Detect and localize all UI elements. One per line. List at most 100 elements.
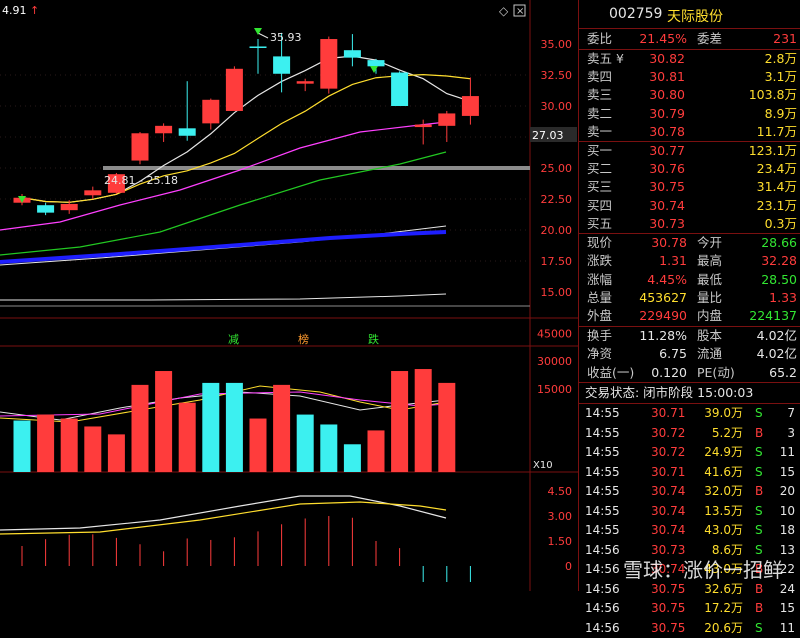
stock-title: 002759 天际股份 bbox=[579, 0, 800, 29]
tick-volume: 5.2万 bbox=[712, 424, 743, 444]
diamond-icon[interactable]: ◇ bbox=[499, 4, 509, 18]
bid-row[interactable]: 买一30.77123.1万 bbox=[579, 142, 800, 160]
fundamental-row: 净资6.75流通4.02亿 bbox=[579, 345, 800, 363]
tick-row[interactable]: 14:5530.7141.6万S15 bbox=[579, 463, 800, 483]
quote-value: 224137 bbox=[749, 307, 797, 325]
quote-row: 涨跌1.31最高32.28 bbox=[579, 252, 800, 270]
tick-count: 7 bbox=[787, 404, 795, 424]
tick-side: S bbox=[755, 443, 763, 463]
macd-tick-label: 3.00 bbox=[548, 510, 573, 523]
tick-volume: 32.0万 bbox=[704, 482, 743, 502]
candle-body bbox=[37, 205, 54, 212]
chart-area[interactable]: 4.91 ↑ ◇ × 35.0032.5030.0027.5025.0022.5… bbox=[0, 0, 578, 591]
ask-row[interactable]: 卖三30.80103.8万 bbox=[579, 86, 800, 104]
tick-side: B bbox=[755, 599, 763, 619]
bid-row[interactable]: 买二30.7623.4万 bbox=[579, 160, 800, 178]
volume-bar bbox=[61, 419, 78, 472]
tick-side: B bbox=[755, 482, 763, 502]
price-tick-label: 20.00 bbox=[541, 224, 573, 237]
ask-label: 卖三 bbox=[587, 86, 612, 104]
stock-name[interactable]: 天际股份 bbox=[667, 6, 723, 26]
volume-bar bbox=[273, 385, 290, 472]
tick-side: S bbox=[755, 502, 763, 522]
tick-count: 15 bbox=[780, 463, 795, 483]
tick-row[interactable]: 14:5630.7520.6万S11 bbox=[579, 619, 800, 638]
tick-volume: 43.0万 bbox=[704, 521, 743, 541]
tick-side: S bbox=[755, 404, 763, 424]
ask-volume: 103.8万 bbox=[749, 86, 797, 104]
quote-label: 最高 bbox=[697, 252, 722, 270]
candle-body bbox=[250, 46, 267, 48]
candle-body bbox=[415, 125, 432, 127]
tick-price: 30.71 bbox=[651, 404, 685, 424]
tick-row[interactable]: 14:5530.7224.9万S11 bbox=[579, 443, 800, 463]
candle-body bbox=[320, 39, 337, 89]
tick-price: 30.71 bbox=[651, 463, 685, 483]
bid-label: 买五 bbox=[587, 215, 612, 233]
quote-value: 28.66 bbox=[761, 234, 797, 252]
bid-label: 买一 bbox=[587, 142, 612, 160]
volume-bar bbox=[179, 403, 196, 472]
close-icon: × bbox=[516, 6, 524, 17]
bid-label: 买三 bbox=[587, 178, 612, 196]
signal-label: 跌 bbox=[368, 332, 379, 346]
quote-value: 4.45% bbox=[647, 271, 687, 289]
fund-value: 65.2 bbox=[769, 364, 797, 382]
ask-label: 卖二 bbox=[587, 105, 612, 123]
volume-tick-label: 45000 bbox=[537, 327, 572, 340]
volume-bar bbox=[297, 415, 314, 472]
tick-count: 3 bbox=[787, 424, 795, 444]
tick-time: 14:56 bbox=[585, 599, 620, 619]
tick-list[interactable]: 14:5530.7139.0万S714:5530.725.2万B314:5530… bbox=[579, 404, 800, 638]
tick-side: S bbox=[755, 463, 763, 483]
tick-volume: 39.0万 bbox=[704, 404, 743, 424]
fundamental-row: 换手11.28%股本4.02亿 bbox=[579, 327, 800, 345]
bid-label: 买四 bbox=[587, 197, 612, 215]
tick-row[interactable]: 14:5530.7413.5万S10 bbox=[579, 502, 800, 522]
ask-row[interactable]: 卖二30.798.9万 bbox=[579, 105, 800, 123]
ask-row[interactable]: 卖四30.813.1万 bbox=[579, 68, 800, 86]
tick-price: 30.74 bbox=[651, 502, 685, 522]
ask-row[interactable]: 卖五 ¥30.822.8万 bbox=[579, 50, 800, 68]
candle-body bbox=[84, 190, 101, 195]
ratio-value: 21.45% bbox=[639, 29, 687, 49]
bid-row[interactable]: 买四30.7423.1万 bbox=[579, 197, 800, 215]
quote-label: 总量 bbox=[587, 289, 612, 307]
bid-row[interactable]: 买五30.730.3万 bbox=[579, 215, 800, 233]
bid-label: 买二 bbox=[587, 160, 612, 178]
quote-label: 涨跌 bbox=[587, 252, 612, 270]
quote-label: 今开 bbox=[697, 234, 722, 252]
macd-tick-label: 1.50 bbox=[548, 535, 573, 548]
volume-tick-label: 30000 bbox=[537, 355, 572, 368]
volume-bar bbox=[37, 415, 54, 472]
tick-row[interactable]: 14:5630.7517.2万B15 bbox=[579, 599, 800, 619]
tick-time: 14:55 bbox=[585, 502, 620, 522]
kline-chart[interactable]: 4.91 ↑ ◇ × 35.0032.5030.0027.5025.0022.5… bbox=[0, 0, 578, 591]
diff-value: 231 bbox=[773, 29, 797, 49]
tick-row[interactable]: 14:5530.7443.0万S18 bbox=[579, 521, 800, 541]
bid-volume: 23.4万 bbox=[757, 160, 797, 178]
volume-bar bbox=[391, 371, 408, 472]
volume-bar bbox=[132, 385, 149, 472]
tick-row[interactable]: 14:5530.725.2万B3 bbox=[579, 424, 800, 444]
bid-volume: 31.4万 bbox=[757, 178, 797, 196]
ask-row[interactable]: 卖一30.7811.7万 bbox=[579, 123, 800, 141]
ask-label: 卖五 ¥ bbox=[587, 50, 624, 68]
quote-label: 最低 bbox=[697, 271, 722, 289]
quote-row: 外盘229490内盘224137 bbox=[579, 307, 800, 325]
tick-row[interactable]: 14:5530.7139.0万S7 bbox=[579, 404, 800, 424]
tick-time: 14:55 bbox=[585, 443, 620, 463]
bid-volume: 123.1万 bbox=[749, 142, 797, 160]
price-tick-label: 15.00 bbox=[541, 286, 573, 299]
candle-body bbox=[297, 81, 314, 83]
candle-body bbox=[155, 126, 172, 133]
fund-label: 流通 bbox=[697, 345, 722, 363]
candle-body bbox=[462, 96, 479, 116]
price-tick-label: 35.00 bbox=[541, 38, 573, 51]
ask-volume: 2.8万 bbox=[765, 50, 797, 68]
quote-label: 现价 bbox=[587, 234, 612, 252]
tick-row[interactable]: 14:5530.7432.0万B20 bbox=[579, 482, 800, 502]
tick-volume: 13.5万 bbox=[704, 502, 743, 522]
fundamental-block: 换手11.28%股本4.02亿净资6.75流通4.02亿收益(一)0.120PE… bbox=[579, 327, 800, 382]
bid-row[interactable]: 买三30.7531.4万 bbox=[579, 178, 800, 196]
